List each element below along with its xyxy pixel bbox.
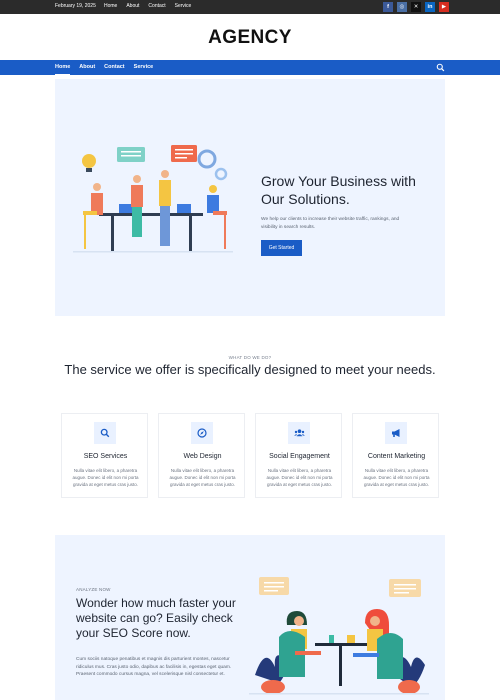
- seo-section: ANALYZE NOW Wonder how much faster your …: [55, 535, 445, 700]
- service-card[interactable]: Content Marketing Nulla vitae elit liber…: [352, 413, 439, 498]
- social-links: f ◎ ✕ in ▶: [383, 2, 449, 12]
- compass-icon: [191, 422, 213, 444]
- top-bar: February 19, 2025 Home About Contact Ser…: [0, 0, 500, 14]
- service-card-text: Nulla vitae elit libero, a pharetra augu…: [72, 468, 139, 487]
- facebook-icon[interactable]: f: [383, 2, 393, 12]
- instagram-icon[interactable]: ◎: [397, 2, 407, 12]
- service-card-text: Nulla vitae elit libero, a pharetra augu…: [169, 468, 236, 487]
- team-meeting-illustration: [73, 145, 233, 253]
- megaphone-icon: [385, 422, 407, 444]
- chat-illustration: [249, 577, 429, 695]
- service-card-title: SEO Services: [83, 453, 128, 460]
- users-icon: [288, 422, 310, 444]
- hero-text: We help our clients to increase their we…: [261, 217, 400, 230]
- search-icon[interactable]: [436, 63, 445, 72]
- top-links: Home About Contact Service: [104, 3, 191, 9]
- site-logo[interactable]: AGENCY: [0, 27, 500, 49]
- top-link-service[interactable]: Service: [175, 3, 192, 9]
- nav-link-about[interactable]: About: [79, 60, 95, 75]
- service-card[interactable]: SEO Services Nulla vitae elit libero, a …: [61, 413, 148, 498]
- seo-title: Wonder how much faster your website can …: [76, 596, 236, 640]
- x-icon[interactable]: ✕: [411, 2, 421, 12]
- nav-link-service[interactable]: Service: [134, 60, 154, 75]
- top-link-home[interactable]: Home: [104, 3, 117, 9]
- service-card[interactable]: Web Design Nulla vitae elit libero, a ph…: [158, 413, 245, 498]
- linkedin-icon[interactable]: in: [425, 2, 435, 12]
- seo-eyebrow: ANALYZE NOW: [76, 587, 111, 592]
- get-started-button[interactable]: Get Started: [261, 240, 302, 256]
- nav-link-contact[interactable]: Contact: [104, 60, 124, 75]
- nav-link-home[interactable]: Home: [55, 60, 71, 75]
- search-icon: [94, 422, 116, 444]
- service-card-title: Social Engagement: [269, 453, 330, 460]
- seo-text: Cum sociis natoque penatibus et magnis d…: [76, 657, 232, 677]
- current-date: February 19, 2025: [55, 3, 96, 9]
- top-link-contact[interactable]: Contact: [148, 3, 165, 9]
- services-title: The service we offer is specifically des…: [64, 362, 436, 377]
- top-link-about[interactable]: About: [126, 3, 139, 9]
- service-card[interactable]: Social Engagement Nulla vitae elit liber…: [255, 413, 342, 498]
- service-card-text: Nulla vitae elit libero, a pharetra augu…: [363, 468, 430, 487]
- hero-section: Grow Your Business with Our Solutions. W…: [55, 79, 445, 316]
- services-eyebrow: WHAT DO WE DO?: [228, 355, 272, 360]
- main-nav: Home About Contact Service: [0, 60, 500, 75]
- service-card-title: Web Design: [183, 453, 222, 460]
- hero-title: Grow Your Business with Our Solutions.: [261, 173, 416, 207]
- service-card-title: Content Marketing: [367, 453, 426, 460]
- youtube-icon[interactable]: ▶: [439, 2, 449, 12]
- service-card-text: Nulla vitae elit libero, a pharetra augu…: [266, 468, 333, 487]
